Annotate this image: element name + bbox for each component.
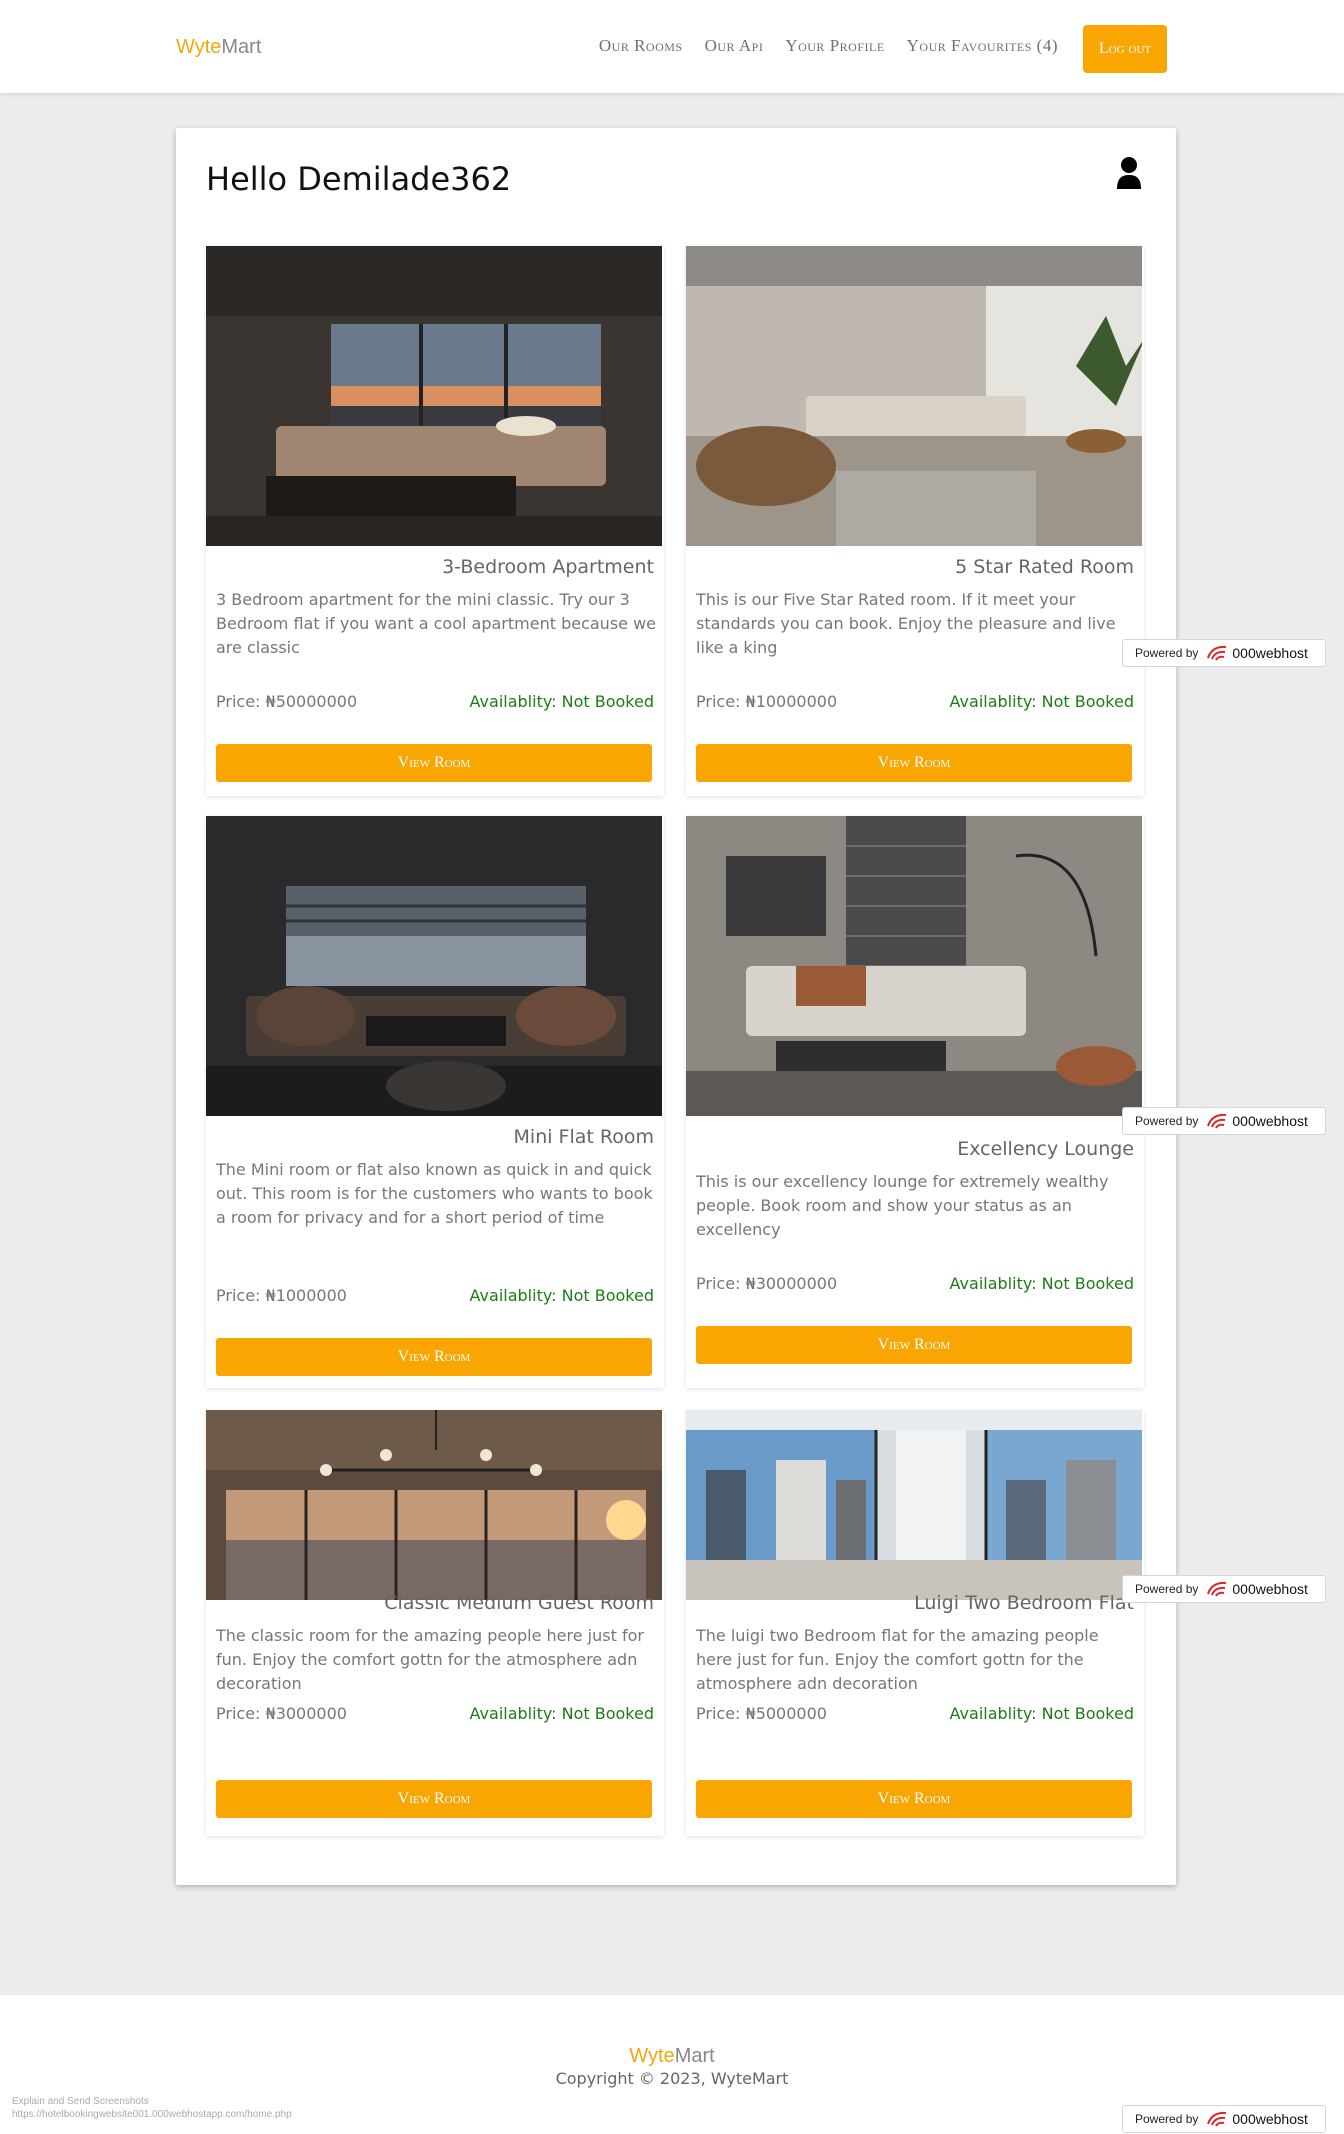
room-image[interactable] xyxy=(686,1410,1142,1600)
nav-our-rooms[interactable]: Our Rooms xyxy=(599,36,683,56)
footer-brand-mart: Mart xyxy=(674,2045,715,2067)
room-card: 3-Bedroom Apartment 3 Bedroom apartment … xyxy=(206,246,664,796)
user-icon[interactable] xyxy=(1116,156,1142,190)
powered-by-host: 000webhost xyxy=(1232,1581,1308,1597)
room-card: 5 Star Rated Room This is our Five Star … xyxy=(686,246,1144,796)
room-title: 3-Bedroom Apartment xyxy=(442,556,654,578)
room-image[interactable] xyxy=(206,816,662,1116)
powered-by-host: 000webhost xyxy=(1232,1113,1308,1129)
room-description: The Mini room or flat also known as quic… xyxy=(216,1160,653,1227)
greeting-heading: Hello Demilade362 xyxy=(206,160,512,198)
room-price: Price: ₦30000000 xyxy=(696,1274,838,1293)
logout-button[interactable]: Log out xyxy=(1083,25,1167,73)
main-panel: Hello Demilade362 3-Bedroom Apartment 3 … xyxy=(176,128,1176,1885)
room-price: Price: ₦10000000 xyxy=(696,692,838,711)
room-card: Luigi Two Bedroom Flat The luigi two Bed… xyxy=(686,1410,1144,1836)
powered-by-label: Powered by xyxy=(1135,1114,1199,1128)
room-availability: Availablity: Not Booked xyxy=(469,1704,654,1723)
webhost-logo-icon xyxy=(1207,1113,1227,1129)
webhost-logo-icon xyxy=(1207,645,1227,661)
room-price: Price: ₦50000000 xyxy=(216,692,358,711)
room-availability: Availablity: Not Booked xyxy=(469,1286,654,1305)
copyright-text: Copyright © 2023, WyteMart xyxy=(555,2069,789,2088)
room-availability: Availablity: Not Booked xyxy=(949,692,1134,711)
powered-by-badge[interactable]: Powered by 000webhost xyxy=(1122,1575,1326,1603)
page-url: https://hotelbookingwebsite001.000webhos… xyxy=(12,2109,292,2120)
room-image[interactable] xyxy=(206,246,662,546)
room-description: The classic room for the amazing people … xyxy=(216,1626,644,1693)
webhost-logo-icon xyxy=(1207,2111,1227,2127)
room-title: Excellency Lounge xyxy=(957,1138,1134,1160)
room-price: Price: ₦3000000 xyxy=(216,1704,347,1723)
webhost-logo-icon xyxy=(1207,1581,1227,1597)
nav-your-favourites[interactable]: Your Favourites (4) xyxy=(907,36,1058,56)
room-title: Classic Medium Guest Room xyxy=(384,1592,654,1614)
room-image[interactable] xyxy=(206,1410,662,1600)
room-availability: Availablity: Not Booked xyxy=(469,692,654,711)
room-description: This is our Five Star Rated room. If it … xyxy=(696,590,1116,657)
brand-part-mart: Mart xyxy=(221,36,262,58)
powered-by-label: Powered by xyxy=(1135,2112,1199,2126)
room-title: Mini Flat Room xyxy=(513,1126,654,1148)
room-title: Luigi Two Bedroom Flat xyxy=(914,1592,1134,1614)
footer-brand-wyte: Wyte xyxy=(629,2045,675,2067)
room-image[interactable] xyxy=(686,246,1142,546)
room-card: Classic Medium Guest Room The classic ro… xyxy=(206,1410,664,1836)
powered-by-label: Powered by xyxy=(1135,646,1199,660)
view-room-button[interactable]: View Room xyxy=(216,744,652,782)
view-room-button[interactable]: View Room xyxy=(696,1326,1132,1364)
nav-your-profile[interactable]: Your Profile xyxy=(785,36,884,56)
room-card: Excellency Lounge This is our excellency… xyxy=(686,816,1144,1388)
room-description: This is our excellency lounge for extrem… xyxy=(696,1172,1109,1239)
powered-by-label: Powered by xyxy=(1135,1582,1199,1596)
brand-part-wyte: Wyte xyxy=(176,36,222,58)
view-room-button[interactable]: View Room xyxy=(696,744,1132,782)
room-description: The luigi two Bedroom flat for the amazi… xyxy=(696,1626,1099,1693)
navbar: WyteMart Our Rooms Our Api Your Profile … xyxy=(0,0,1344,93)
powered-by-badge[interactable]: Powered by 000webhost xyxy=(1122,639,1326,667)
room-price: Price: ₦5000000 xyxy=(696,1704,827,1723)
room-card: Mini Flat Room The Mini room or flat als… xyxy=(206,816,664,1388)
room-availability: Availablity: Not Booked xyxy=(949,1704,1134,1723)
view-room-button[interactable]: View Room xyxy=(216,1338,652,1376)
room-title: 5 Star Rated Room xyxy=(955,556,1134,578)
powered-by-host: 000webhost xyxy=(1232,645,1308,661)
footer-brand: WyteMart xyxy=(0,2045,1344,2068)
room-availability: Availablity: Not Booked xyxy=(949,1274,1134,1293)
screenshot-tool-note: Explain and Send Screenshots xyxy=(12,2096,149,2107)
room-image[interactable] xyxy=(686,816,1142,1116)
room-price: Price: ₦1000000 xyxy=(216,1286,347,1305)
powered-by-badge[interactable]: Powered by 000webhost xyxy=(1122,1107,1326,1135)
powered-by-badge[interactable]: Powered by 000webhost xyxy=(1122,2105,1326,2133)
room-description: 3 Bedroom apartment for the mini classic… xyxy=(216,590,657,657)
brand-logo[interactable]: WyteMart xyxy=(176,36,261,59)
nav-links: Our Rooms Our Api Your Profile Your Favo… xyxy=(599,36,1058,56)
powered-by-host: 000webhost xyxy=(1232,2111,1308,2127)
view-room-button[interactable]: View Room xyxy=(696,1780,1132,1818)
nav-our-api[interactable]: Our Api xyxy=(705,36,764,56)
view-room-button[interactable]: View Room xyxy=(216,1780,652,1818)
